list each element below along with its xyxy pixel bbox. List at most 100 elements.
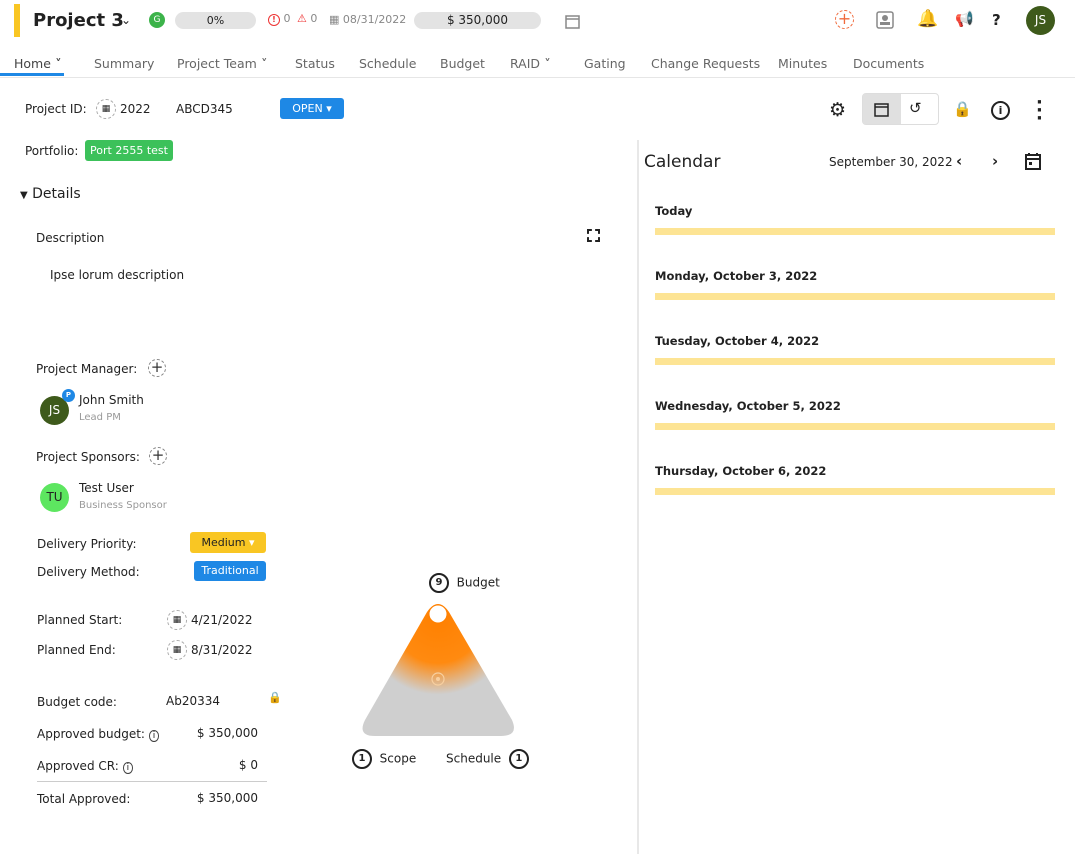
progress-pill: 0% xyxy=(175,12,256,29)
add-pm-button[interactable]: + xyxy=(148,359,166,377)
bell-icon[interactable]: 🔔 xyxy=(917,9,938,29)
approved-budget-label: Approved budget: i xyxy=(37,727,160,742)
expand-icon[interactable] xyxy=(587,229,600,242)
tab-project-team[interactable]: Project Team ˅ xyxy=(177,56,267,71)
megaphone-icon[interactable]: 📢 xyxy=(955,10,974,28)
info-icon[interactable]: i xyxy=(991,101,1010,120)
total-label: Total Approved: xyxy=(37,792,131,806)
project-dropdown-chevron-icon[interactable]: ⌄ xyxy=(121,13,131,27)
calendar-day: Monday, October 3, 2022 xyxy=(655,269,1055,300)
contact-card-icon[interactable] xyxy=(876,10,894,29)
total-approved: $ 350,000 xyxy=(196,791,258,805)
day-events-bar[interactable] xyxy=(655,228,1055,235)
pm-badge: P xyxy=(62,389,75,402)
calendar-view-button[interactable] xyxy=(863,94,901,124)
tab-schedule[interactable]: Schedule xyxy=(359,56,416,71)
more-options-icon[interactable]: · · · xyxy=(1036,94,1043,128)
settings-gear-icon[interactable]: ⚙ xyxy=(829,99,846,121)
tab-home[interactable]: Home ˅ xyxy=(14,56,62,71)
approved-budget: $ 350,000 xyxy=(196,726,258,740)
end-label: Planned End: xyxy=(37,643,116,657)
lock-icon[interactable]: 🔒 xyxy=(953,100,972,118)
lock-icon: 🔒 xyxy=(268,691,282,704)
tab-budget[interactable]: Budget xyxy=(440,56,485,71)
budget-count: 9 xyxy=(429,573,449,593)
scope-count: 1 xyxy=(352,749,372,769)
project-accent-bar xyxy=(14,4,20,37)
priority-dropdown[interactable]: Medium ▾ xyxy=(190,532,266,553)
calendar-day: Thursday, October 6, 2022 xyxy=(655,464,1055,495)
sponsor-avatar: TU xyxy=(40,483,69,512)
day-label: Thursday, October 6, 2022 xyxy=(655,464,827,478)
sponsor-role: Business Sponsor xyxy=(79,500,167,511)
add-icon[interactable]: + xyxy=(835,10,854,29)
due-date: ▦ 08/31/2022 xyxy=(329,13,407,26)
portfolio-badge[interactable]: Port 2555 test xyxy=(85,140,173,161)
calendar-day: Tuesday, October 4, 2022 xyxy=(655,334,1055,365)
calendar-title: Calendar xyxy=(644,152,721,172)
tab-gating[interactable]: Gating xyxy=(584,56,626,71)
caret-down-icon: ▼ xyxy=(20,190,28,201)
help-icon[interactable]: ? xyxy=(992,11,1001,29)
project-code: ABCD345 xyxy=(176,102,233,116)
panel-splitter[interactable] xyxy=(637,140,639,854)
pm-role: Lead PM xyxy=(79,412,121,423)
schedule-count: 1 xyxy=(508,749,529,769)
start-label: Planned Start: xyxy=(37,613,123,627)
history-view-button[interactable]: ↺ xyxy=(909,99,922,117)
user-avatar[interactable]: JS xyxy=(1026,6,1055,35)
tab-raid[interactable]: RAID ˅ xyxy=(510,56,551,71)
health-badge: G xyxy=(149,12,165,28)
tab-change-requests[interactable]: Change Requests xyxy=(651,56,760,71)
day-events-bar[interactable] xyxy=(655,423,1055,430)
calendar-icon[interactable] xyxy=(565,13,580,29)
day-events-bar[interactable] xyxy=(655,358,1055,365)
project-year: 2022 xyxy=(120,102,151,116)
issues-count[interactable]: ! 0 xyxy=(268,12,291,26)
tab-documents[interactable]: Documents xyxy=(853,56,924,71)
method-badge[interactable]: Traditional xyxy=(194,561,266,581)
start-date-picker[interactable]: ▦ xyxy=(167,610,187,630)
year-picker[interactable]: ▦ xyxy=(96,99,116,119)
budget-pill: $ 350,000 xyxy=(414,12,541,29)
tab-summary[interactable]: Summary xyxy=(94,56,154,71)
priority-label: Delivery Priority: xyxy=(37,537,137,551)
issue-icon: ! xyxy=(268,14,280,26)
risks-count[interactable]: ⚠ 0 xyxy=(297,12,317,25)
calendar-icon xyxy=(874,103,889,117)
status-dropdown[interactable]: OPEN ▾ xyxy=(280,98,344,119)
day-events-bar[interactable] xyxy=(655,293,1055,300)
day-label: Tuesday, October 4, 2022 xyxy=(655,334,820,348)
sponsors-label: Project Sponsors: xyxy=(36,450,140,464)
tab-minutes[interactable]: Minutes xyxy=(778,56,827,71)
budget-constraint: 9 Budget xyxy=(429,573,500,593)
sponsor-name: Test User xyxy=(79,481,134,495)
info-icon[interactable]: i xyxy=(122,762,134,774)
tab-status[interactable]: Status xyxy=(295,56,335,71)
end-date: 8/31/2022 xyxy=(191,643,253,657)
method-label: Delivery Method: xyxy=(37,565,140,579)
history-icon: ↺ xyxy=(909,99,922,117)
view-toggle: ↺ xyxy=(862,93,939,125)
end-date-picker[interactable]: ▦ xyxy=(167,640,187,660)
triple-constraint-triangle xyxy=(362,604,514,736)
info-icon[interactable]: i xyxy=(148,730,160,742)
details-toggle[interactable]: ▼ Details xyxy=(20,186,81,202)
calendar-picker-icon[interactable] xyxy=(1024,152,1042,171)
next-chevron-icon[interactable]: › xyxy=(992,152,998,170)
calendar-day: Today xyxy=(655,204,1055,235)
day-label: Monday, October 3, 2022 xyxy=(655,269,818,283)
budget-code: Ab20334 xyxy=(166,694,220,708)
add-sponsor-button[interactable]: + xyxy=(149,447,167,465)
schedule-constraint: Schedule 1 xyxy=(446,749,529,769)
day-label: Wednesday, October 5, 2022 xyxy=(655,399,841,413)
start-date: 4/21/2022 xyxy=(191,613,253,627)
portfolio-label: Portfolio: xyxy=(25,144,79,158)
pm-name: John Smith xyxy=(79,393,144,407)
approved-cr: $ 0 xyxy=(238,758,258,772)
total-divider xyxy=(37,781,267,782)
prev-chevron-icon[interactable]: ‹ xyxy=(956,152,962,170)
day-events-bar[interactable] xyxy=(655,488,1055,495)
budget-code-label: Budget code: xyxy=(37,695,117,709)
calendar-date: September 30, 2022 xyxy=(829,155,953,169)
